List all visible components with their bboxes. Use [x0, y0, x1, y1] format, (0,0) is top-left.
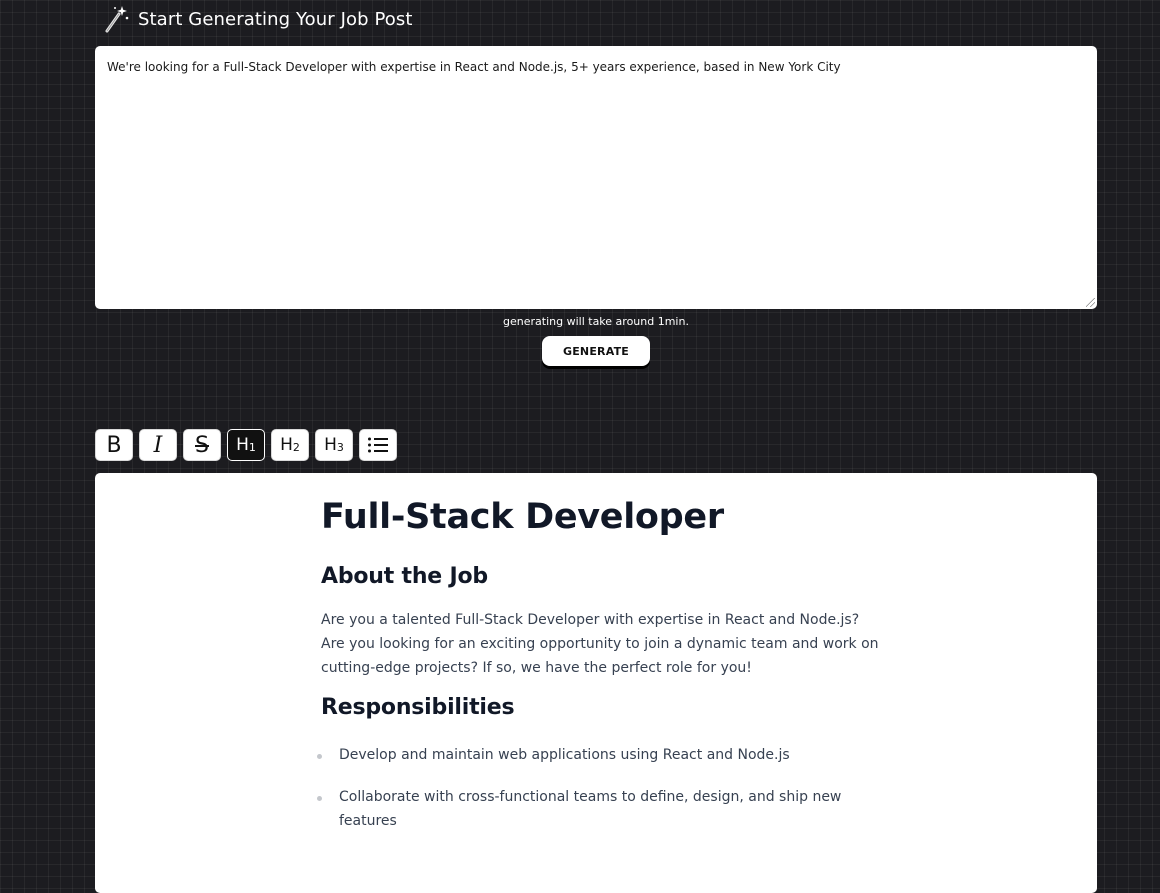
heading-2-level: 2 — [292, 441, 300, 454]
magic-wand-icon — [105, 6, 129, 33]
heading-1-level: 1 — [248, 441, 256, 454]
heading-3-letter: H — [324, 435, 337, 455]
heading-1-icon: H1 — [236, 435, 256, 455]
responsibilities-list: Develop and maintain web applications us… — [317, 743, 881, 833]
bold-button[interactable]: B — [95, 429, 133, 461]
heading-2-letter: H — [280, 435, 293, 455]
heading-1-button[interactable]: H1 — [227, 429, 265, 461]
heading-3-button[interactable]: H3 — [315, 429, 353, 461]
heading-3-level: 3 — [336, 441, 344, 454]
bullet-list-icon — [368, 437, 388, 453]
job-post-editor[interactable]: Full-Stack Developer About the Job Are y… — [95, 473, 1097, 893]
about-heading: About the Job — [321, 564, 488, 589]
job-description-text[interactable]: We're looking for a Full-Stack Developer… — [107, 58, 1085, 76]
responsibilities-heading: Responsibilities — [321, 695, 515, 720]
page-title: Start Generating Your Job Post — [138, 8, 413, 30]
job-description-input[interactable]: We're looking for a Full-Stack Developer… — [95, 46, 1097, 309]
generate-button[interactable]: GENERATE — [542, 336, 650, 366]
italic-icon: I — [153, 432, 163, 458]
generation-time-hint: generating will take around 1min. — [503, 315, 689, 328]
heading-2-button[interactable]: H2 — [271, 429, 309, 461]
about-paragraph: Are you a talented Full-Stack Developer … — [321, 612, 879, 676]
italic-button[interactable]: I — [139, 429, 177, 461]
job-title-heading: Full-Stack Developer — [321, 497, 724, 537]
resize-handle-icon[interactable] — [1086, 298, 1095, 307]
list-item: Develop and maintain web applications us… — [317, 743, 881, 767]
page-header: Start Generating Your Job Post — [104, 4, 413, 34]
editor-toolbar: B I S H1 H2 H3 — [95, 429, 397, 461]
heading-2-icon: H2 — [280, 435, 300, 455]
strikethrough-icon: S — [195, 432, 209, 458]
heading-3-icon: H3 — [324, 435, 344, 455]
bullet-list-button[interactable] — [359, 429, 397, 461]
job-post-document[interactable]: Full-Stack Developer About the Job Are y… — [317, 493, 881, 851]
heading-1-letter: H — [236, 435, 249, 455]
strikethrough-button[interactable]: S — [183, 429, 221, 461]
bold-icon: B — [106, 432, 122, 458]
list-item: Collaborate with cross-functional teams … — [317, 785, 881, 833]
